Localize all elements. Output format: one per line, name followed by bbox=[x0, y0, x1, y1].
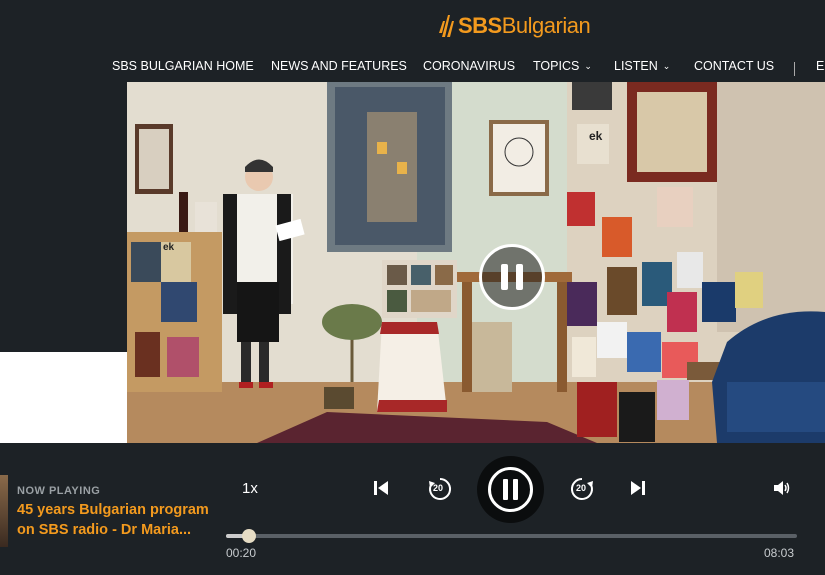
video-frame[interactable]: ek ek bbox=[127, 82, 825, 443]
episode-title[interactable]: 45 years Bulgarian program on SBS radio … bbox=[17, 500, 217, 540]
skip-next-icon[interactable] bbox=[629, 479, 647, 497]
left-panel bbox=[0, 82, 127, 352]
book-cover-label-left: ek bbox=[163, 242, 175, 253]
book-cover-label-right: ek bbox=[589, 129, 603, 143]
progress-track[interactable] bbox=[226, 529, 797, 543]
video-pause-button[interactable] bbox=[479, 244, 545, 310]
main-nav: SBS BULGARIAN HOME NEWS AND FEATURES COR… bbox=[0, 52, 825, 82]
play-pause-button[interactable] bbox=[477, 456, 544, 523]
left-panel-white-block bbox=[0, 352, 127, 443]
sbs-flame-icon bbox=[439, 15, 454, 37]
audio-player: NOW PLAYING 45 years Bulgarian program o… bbox=[0, 443, 825, 575]
pause-icon-bar bbox=[516, 264, 523, 290]
nav-item-topics-label: TOPICS bbox=[533, 59, 580, 73]
logo-name: Bulgarian bbox=[501, 13, 591, 38]
sbs-bulgarian-logo[interactable]: SBSBulgarian bbox=[438, 10, 591, 42]
skip-previous-icon[interactable] bbox=[372, 479, 390, 497]
site-header: SBSBulgarian bbox=[0, 0, 825, 53]
playback-speed-button[interactable]: 1x bbox=[242, 480, 258, 497]
progress-handle[interactable] bbox=[241, 529, 256, 543]
now-playing-label: NOW PLAYING bbox=[17, 485, 101, 497]
nav-item-topics[interactable]: TOPICS ⌄ bbox=[533, 59, 592, 73]
nav-divider bbox=[794, 62, 795, 76]
episode-title-line1: 45 years Bulgarian program bbox=[17, 502, 209, 518]
total-duration: 08:03 bbox=[764, 546, 795, 560]
pause-icon-bar bbox=[513, 479, 518, 500]
nav-item-listen-label: LISTEN bbox=[614, 59, 658, 73]
episode-thumbnail[interactable] bbox=[0, 475, 8, 547]
nav-item-home[interactable]: SBS BULGARIAN HOME bbox=[112, 59, 254, 73]
nav-item-overflow[interactable]: EX bbox=[816, 59, 825, 73]
logo-brand: SBS bbox=[458, 13, 502, 38]
nav-item-listen[interactable]: LISTEN ⌄ bbox=[614, 59, 670, 73]
chevron-down-icon: ⌄ bbox=[662, 61, 671, 71]
episode-title-line2: on SBS radio - Dr Maria... bbox=[17, 522, 192, 538]
nav-item-news-features[interactable]: NEWS AND FEATURES bbox=[271, 59, 407, 73]
nav-item-contact-us[interactable]: CONTACT US bbox=[694, 59, 774, 73]
forward-seconds: 20 bbox=[576, 483, 587, 493]
nav-item-coronavirus[interactable]: CORONAVIRUS bbox=[423, 59, 515, 73]
rewind-button[interactable]: 20 bbox=[427, 476, 453, 502]
rewind-seconds: 20 bbox=[433, 483, 444, 493]
video-still-image: ek ek bbox=[127, 82, 825, 443]
chevron-down-icon: ⌄ bbox=[584, 61, 592, 71]
pause-icon-bar bbox=[501, 264, 508, 290]
elapsed-time: 00:20 bbox=[226, 546, 257, 560]
volume-icon[interactable] bbox=[773, 480, 791, 496]
pause-icon bbox=[488, 467, 533, 512]
pause-icon-bar bbox=[503, 479, 508, 500]
forward-button[interactable]: 20 bbox=[569, 476, 595, 502]
